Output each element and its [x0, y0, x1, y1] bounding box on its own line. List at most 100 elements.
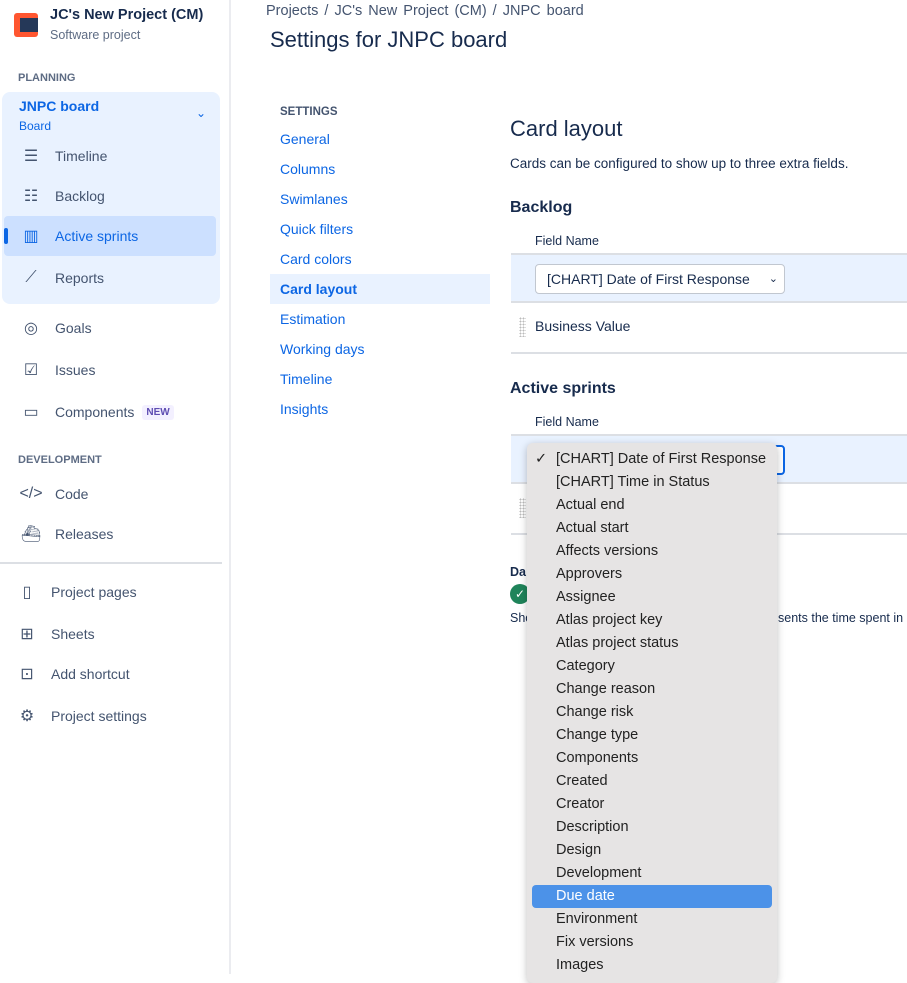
sidebar-item-label: Add shortcut [51, 666, 130, 682]
dropdown-option[interactable]: Actual end [532, 494, 772, 517]
help-text-right: sents the time spent in [778, 611, 904, 625]
breadcrumb: Projects / JC's New Project (CM) / JNPC … [266, 3, 584, 19]
settings-nav-quick-filters[interactable]: Quick filters [270, 214, 490, 244]
sidebar-item-sheets[interactable]: ⊞ Sheets [0, 614, 212, 654]
active-sprints-heading: Active sprints [510, 380, 616, 397]
dropdown-option[interactable]: Atlas project status [532, 632, 772, 655]
option-label: Due date [556, 888, 615, 904]
option-label: [CHART] Date of First Response [556, 451, 767, 467]
dropdown-option[interactable]: Approvers [532, 563, 772, 586]
field-dropdown-menu[interactable]: ✓ [CHART] Date of First Response [CHART] T… [527, 443, 777, 983]
dropdown-option[interactable]: Environment [532, 908, 772, 931]
sidebar-item-label: Code [55, 486, 89, 502]
table-icon: ⊞ [20, 626, 34, 643]
sidebar-item-reports[interactable]: ⟋ Reports [4, 258, 216, 298]
settings-nav-card-colors[interactable]: Card colors [270, 244, 490, 274]
settings-nav-card-layout[interactable]: Card layout [270, 274, 490, 304]
section-title: Card layout [510, 116, 623, 141]
sidebar-item-project-pages[interactable]: ▯ Project pages [0, 572, 212, 612]
settings-nav: SETTINGS General Columns Swimlanes Quick… [270, 100, 490, 424]
dropdown-option[interactable]: Fix versions [532, 931, 772, 954]
field-name: Business Value [535, 318, 631, 334]
dropdown-option[interactable]: Affects versions [532, 540, 772, 563]
page-icon: ▯ [22, 584, 32, 601]
breadcrumb-project[interactable]: JC's New Project (CM) [334, 3, 486, 19]
active-sprints-field-name-header: Field Name [535, 415, 599, 429]
backlog-new-field-row: [CHART] Date of First Response ⌄ [511, 253, 907, 303]
sidebar-item-add-shortcut[interactable]: ⊡ Add shortcut [0, 654, 212, 694]
components-icon: ▭ [23, 404, 39, 421]
option-label: Created [556, 773, 608, 789]
backlog-field-row: Business Value [511, 304, 907, 354]
dropdown-option[interactable]: Category [532, 655, 772, 678]
chevron-down-icon[interactable]: ⌄ [196, 106, 206, 120]
sidebar-item-components[interactable]: ▭ Components NEW [4, 392, 216, 432]
sidebar-item-issues[interactable]: ☑ Issues [4, 350, 216, 390]
section-description: Cards can be configured to show up to th… [510, 156, 849, 171]
sidebar-item-timeline[interactable]: ☰ Timeline [4, 136, 216, 176]
option-label: Assignee [556, 589, 616, 605]
dropdown-option[interactable]: [CHART] Time in Status [532, 471, 772, 494]
settings-nav-insights[interactable]: Insights [270, 394, 490, 424]
dropdown-option[interactable]: Components [532, 747, 772, 770]
settings-heading: SETTINGS [280, 106, 338, 118]
settings-nav-swimlanes[interactable]: Swimlanes [270, 184, 490, 214]
sidebar-item-label: Project settings [51, 708, 147, 724]
dropdown-option[interactable]: Change reason [532, 678, 772, 701]
sidebar-item-project-settings[interactable]: ⚙ Project settings [0, 696, 212, 736]
backlog-field-select[interactable]: [CHART] Date of First Response ⌄ [535, 264, 785, 294]
dropdown-option[interactable]: Assignee [532, 586, 772, 609]
dropdown-option[interactable]: Description [532, 816, 772, 839]
dropdown-option[interactable]: Atlas project key [532, 609, 772, 632]
dropdown-option[interactable]: Created [532, 770, 772, 793]
ship-icon: ⛴ [20, 526, 42, 543]
drag-handle-icon[interactable] [519, 317, 526, 337]
option-label: Development [556, 865, 642, 881]
settings-nav-estimation[interactable]: Estimation [270, 304, 490, 334]
add-shortcut-icon: ⊡ [20, 666, 34, 683]
sidebar-item-label: Backlog [55, 188, 105, 204]
sidebar-item-goals[interactable]: ◎ Goals [4, 308, 216, 348]
planning-label: PLANNING [18, 72, 76, 84]
project-logo [14, 13, 38, 37]
option-label: Creator [556, 796, 605, 812]
dropdown-option[interactable]: Creator [532, 793, 772, 816]
settings-nav-timeline[interactable]: Timeline [270, 364, 490, 394]
page-title: Settings for JNPC board [270, 27, 508, 52]
dropdown-option[interactable]: Actual start [532, 517, 772, 540]
board-name[interactable]: JNPC board [19, 98, 99, 114]
dropdown-option[interactable]: ✓ [CHART] Date of First Response [532, 448, 772, 471]
breadcrumb-board[interactable]: JNPC board [503, 3, 584, 19]
option-label: Actual end [556, 497, 625, 513]
code-icon: </> [19, 485, 43, 502]
sidebar-item-backlog[interactable]: ☷ Backlog [4, 176, 216, 216]
gear-icon: ⚙ [19, 708, 35, 725]
sidebar-item-label: Reports [55, 270, 105, 286]
drag-handle-icon[interactable] [519, 498, 526, 518]
breadcrumb-projects[interactable]: Projects [266, 3, 318, 19]
option-label: Fix versions [556, 934, 634, 950]
settings-nav-working-days[interactable]: Working days [270, 334, 490, 364]
option-label: Actual start [556, 520, 629, 536]
dropdown-option[interactable]: Change type [532, 724, 772, 747]
dropdown-option[interactable]: Development [532, 862, 772, 885]
project-header[interactable]: JC's New Project (CM) Software project [14, 7, 203, 42]
option-label: Change risk [556, 704, 634, 720]
sidebar-item-label: Sheets [51, 626, 95, 642]
new-badge: NEW [142, 404, 174, 420]
sidebar-item-releases[interactable]: ⛴ Releases [4, 514, 216, 554]
project-name: JC's New Project (CM) [50, 7, 204, 23]
settings-nav-general[interactable]: General [270, 124, 490, 154]
dropdown-option[interactable]: Change risk [532, 701, 772, 724]
dropdown-option[interactable]: Due date [532, 885, 772, 908]
sidebar-item-active-sprints[interactable]: ▥ Active sprints [4, 216, 216, 256]
sidebar-item-label: Active sprints [55, 228, 139, 244]
sidebar-item-code[interactable]: </> Code [4, 474, 216, 514]
reports-icon: ⟋ [25, 269, 37, 286]
sidebar-divider [0, 562, 222, 564]
dropdown-option[interactable]: Design [532, 839, 772, 862]
option-label: [CHART] Time in Status [556, 474, 710, 490]
option-label: Approvers [556, 566, 623, 582]
select-value: [CHART] Date of First Response [547, 271, 750, 287]
settings-nav-columns[interactable]: Columns [270, 154, 490, 184]
